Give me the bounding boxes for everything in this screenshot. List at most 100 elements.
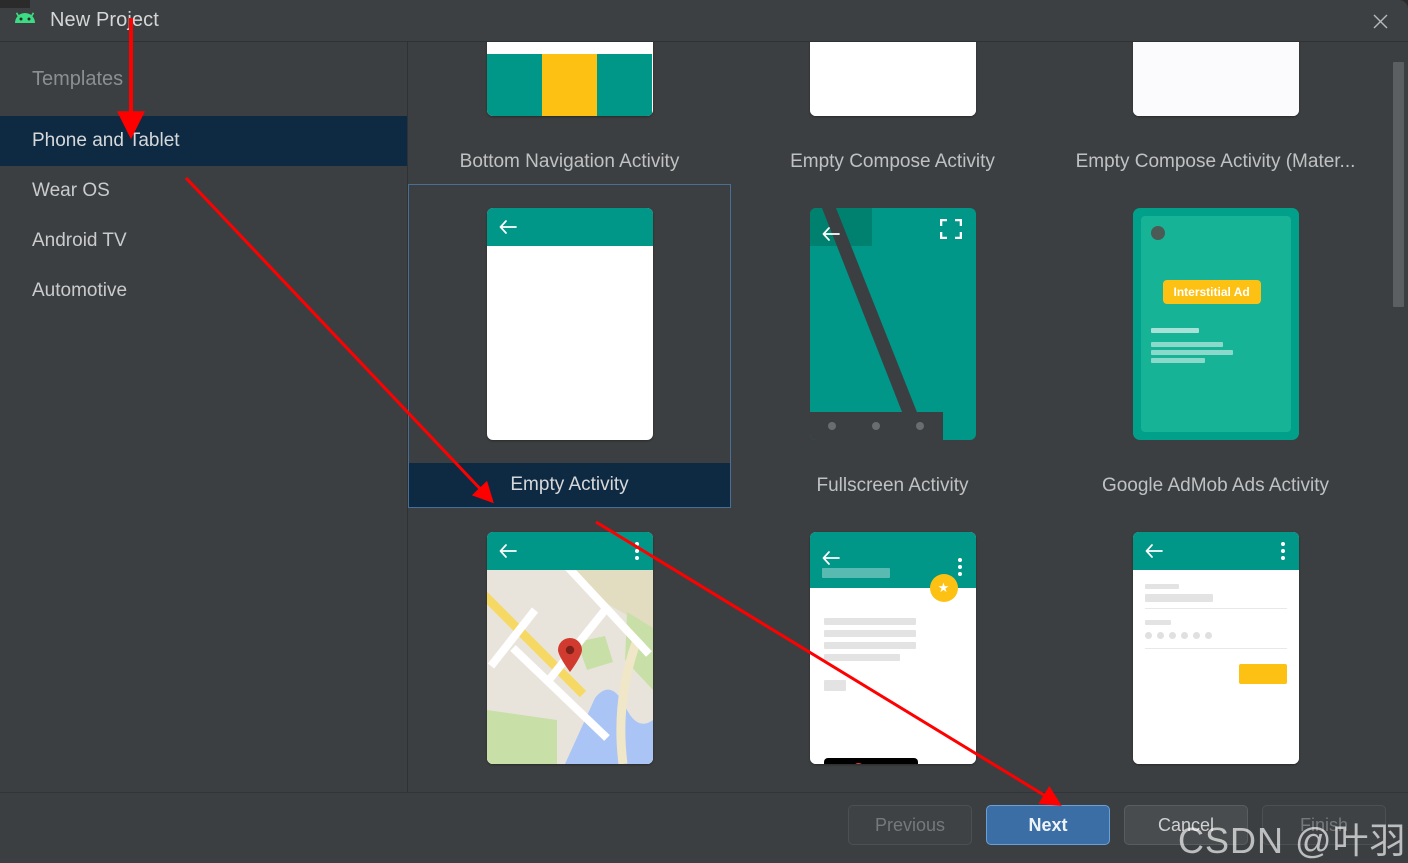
template-card-label: Empty Activity xyxy=(409,463,730,507)
sidebar-item-android-tv[interactable]: Android TV xyxy=(0,216,407,266)
thumb-diagonal-decoration xyxy=(821,208,928,440)
thumbnail-area xyxy=(1054,508,1377,788)
empty-activity-thumbnail xyxy=(486,208,653,440)
thumbnail-area xyxy=(408,42,731,140)
template-gallery[interactable]: Bottom Navigation Activity Empty Compose… xyxy=(408,42,1408,792)
thumbnail-area: ★ xyxy=(731,508,1054,788)
star-fab-icon: ★ xyxy=(929,574,958,602)
thumb-field-underline xyxy=(1144,648,1287,649)
template-card-label: Google AdMob Ads Activity xyxy=(1101,475,1330,496)
thumb-title-placeholder xyxy=(821,568,890,578)
admob-thumbnail: Interstitial Ad xyxy=(1132,208,1299,440)
previous-button: Previous xyxy=(848,805,972,845)
sidebar-item-label: Phone and Tablet xyxy=(32,130,180,151)
thumb-field-label xyxy=(1144,620,1171,625)
thumb-field-value xyxy=(1144,594,1213,602)
android-robot-icon xyxy=(12,11,38,30)
google-pay-thumbnail: ★ xyxy=(809,532,976,764)
sidebar-header: Templates xyxy=(32,67,124,90)
template-card-label: Empty Compose Activity (Mater... xyxy=(1075,151,1356,172)
maps-thumbnail xyxy=(486,532,653,764)
template-card-google-admob-ads-activity[interactable]: Interstitial Ad Google AdMob Ads Activit… xyxy=(1054,184,1377,508)
google-pay-button: Pay xyxy=(823,758,918,764)
next-button[interactable]: Next xyxy=(986,805,1110,845)
thumb-text-line xyxy=(823,618,916,625)
compose-thumbnail xyxy=(809,42,976,116)
gallery-scrollbar-thumb[interactable] xyxy=(1393,62,1404,307)
templates-sidebar: Templates Phone and Tablet Wear OS Andro… xyxy=(0,42,408,792)
thumbnail-area xyxy=(1054,42,1377,140)
titlebar-corner-notch xyxy=(0,0,30,8)
gallery-scrollbar-track[interactable] xyxy=(1393,42,1406,792)
titlebar-left-group: New Project xyxy=(0,9,159,32)
arrow-back-icon xyxy=(822,227,840,241)
thumb-content-surface: ★ xyxy=(809,574,976,764)
template-card-google-pay-activity[interactable]: ★ xyxy=(731,508,1054,792)
thumb-password-dots xyxy=(1144,632,1212,639)
map-pin-icon xyxy=(557,638,583,672)
overflow-menu-icon xyxy=(957,558,962,576)
thumb-submit-button xyxy=(1238,664,1287,684)
sidebar-item-label: Wear OS xyxy=(32,180,110,201)
template-card-empty-activity[interactable]: Empty Activity xyxy=(408,184,731,508)
template-card-label: Empty Compose Activity xyxy=(790,151,995,172)
thumb-text-line xyxy=(823,680,846,691)
thumb-app-bar xyxy=(486,208,653,246)
google-g-icon xyxy=(854,762,863,764)
arrow-back-icon xyxy=(822,551,840,565)
thumb-text-line xyxy=(823,630,916,637)
thumbnail-area: Interstitial Ad xyxy=(1054,184,1377,464)
compose-material-thumbnail xyxy=(1132,42,1299,116)
dialog-body: Templates Phone and Tablet Wear OS Andro… xyxy=(0,42,1408,792)
template-card-label: Bottom Navigation Activity xyxy=(459,151,680,172)
thumbnail-area xyxy=(409,185,730,463)
csdn-watermark: CSDN @叶羽西 xyxy=(1178,820,1408,861)
template-card-empty-compose-activity[interactable]: Empty Compose Activity xyxy=(731,42,1054,184)
arrow-back-icon xyxy=(499,544,517,558)
thumb-app-bar xyxy=(486,532,653,570)
thumb-bottom-nav-bar xyxy=(486,54,653,116)
template-card-fullscreen-activity[interactable]: Fullscreen Activity xyxy=(731,184,1054,508)
next-button-label: Next xyxy=(1028,814,1068,835)
arrow-back-icon xyxy=(499,220,517,234)
thumb-content-surface xyxy=(1132,570,1299,764)
thumb-app-bar xyxy=(1132,532,1299,570)
template-card-google-maps-activity[interactable]: Google Maps Activity xyxy=(408,508,731,792)
new-project-dialog: New Project Templates Phone and Tablet W… xyxy=(0,0,1408,863)
previous-button-label: Previous xyxy=(874,814,946,835)
window-titlebar: New Project xyxy=(0,0,1408,42)
compose-logo-icon xyxy=(1132,42,1299,116)
fullscreen-thumbnail xyxy=(809,208,976,440)
login-thumbnail xyxy=(1132,532,1299,764)
template-card-login-activity[interactable]: Login Activity xyxy=(1054,508,1377,792)
thumb-content-surface: Interstitial Ad xyxy=(1140,216,1291,432)
bottom-nav-thumbnail xyxy=(486,42,653,116)
overflow-menu-icon xyxy=(634,542,639,560)
sidebar-item-automotive[interactable]: Automotive xyxy=(0,266,407,316)
thumb-system-nav xyxy=(809,412,943,440)
sidebar-item-wear-os[interactable]: Wear OS xyxy=(0,166,407,216)
close-icon[interactable] xyxy=(1352,0,1408,42)
thumb-text-line xyxy=(1150,342,1223,347)
compose-logo-icon xyxy=(809,42,976,116)
sidebar-item-phone-and-tablet[interactable]: Phone and Tablet xyxy=(0,116,407,166)
fullscreen-expand-icon xyxy=(939,218,962,240)
thumb-text-line xyxy=(1150,358,1205,363)
thumb-map-surface xyxy=(486,570,653,764)
thumbnail-area xyxy=(408,508,731,788)
window-title: New Project xyxy=(50,9,159,31)
thumb-text-line xyxy=(1150,328,1199,333)
template-grid: Bottom Navigation Activity Empty Compose… xyxy=(408,42,1408,792)
template-card-bottom-navigation-activity[interactable]: Bottom Navigation Activity xyxy=(408,42,731,184)
google-pay-label: Pay xyxy=(869,762,890,764)
overflow-menu-icon xyxy=(1280,542,1285,560)
thumb-field-underline xyxy=(1144,608,1287,609)
template-card-label: Fullscreen Activity xyxy=(816,475,969,496)
template-card-empty-compose-activity-material[interactable]: Empty Compose Activity (Mater... xyxy=(1054,42,1377,184)
thumb-content-surface xyxy=(486,42,653,54)
sidebar-item-label: Automotive xyxy=(32,280,128,301)
thumbnail-area xyxy=(731,42,1054,140)
thumb-text-line xyxy=(823,654,900,661)
sidebar-item-label: Android TV xyxy=(32,230,127,251)
arrow-back-icon xyxy=(1145,544,1163,558)
